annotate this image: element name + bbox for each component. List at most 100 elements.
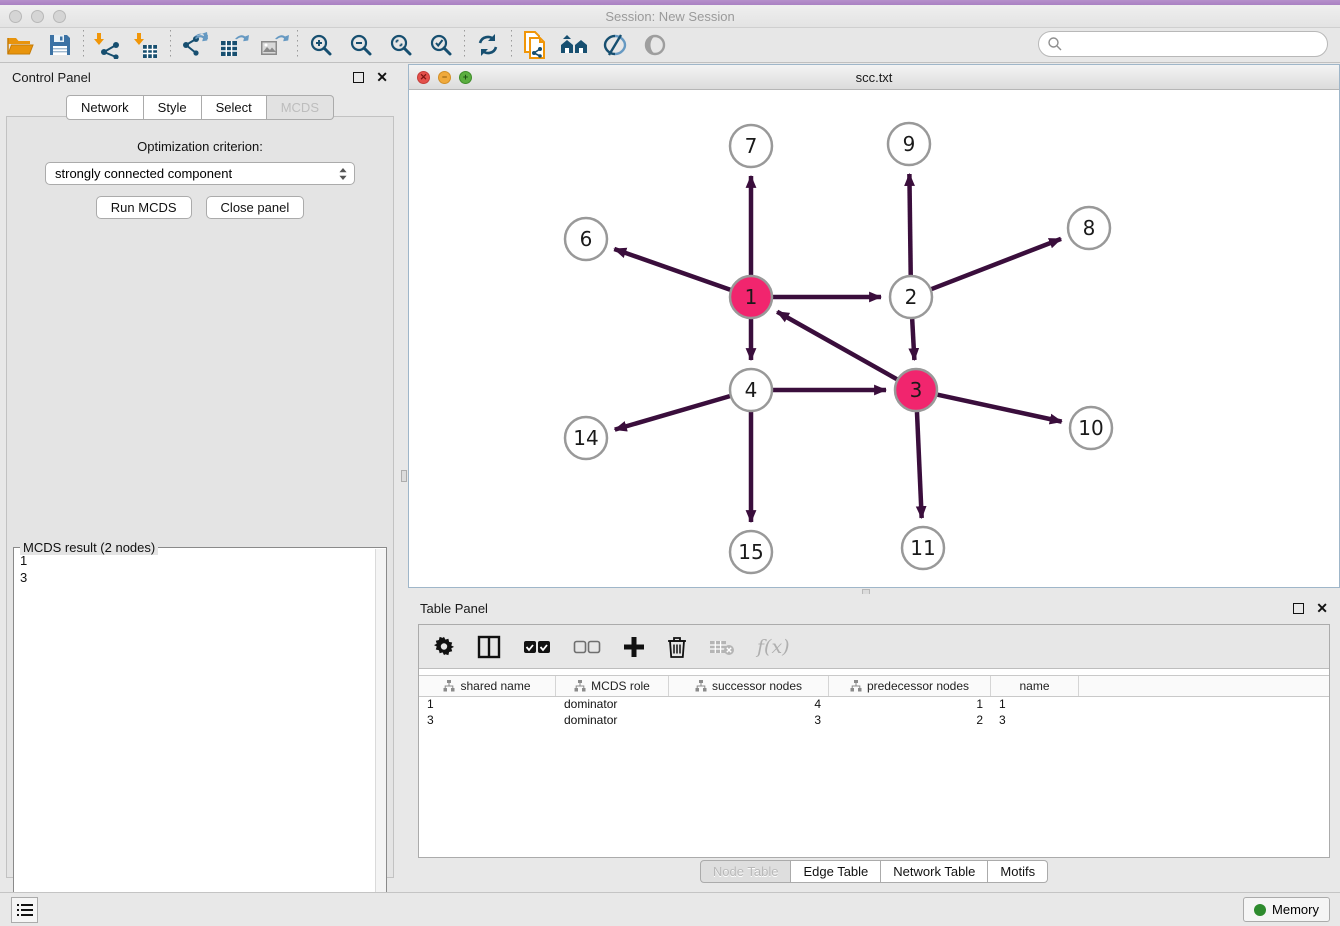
list-icon <box>17 903 33 917</box>
column-layout-icon[interactable] <box>477 635 501 659</box>
refresh-icon[interactable] <box>468 30 508 60</box>
mcds-result-box: MCDS result (2 nodes) 13 <box>13 547 387 926</box>
search-box[interactable] <box>1038 31 1328 57</box>
fit-content-icon[interactable] <box>381 30 421 60</box>
graph-edge-3-10[interactable] <box>937 395 1061 422</box>
table-cell[interactable]: dominator <box>556 713 669 729</box>
export-image-icon[interactable] <box>254 30 294 60</box>
memory-label: Memory <box>1272 902 1319 917</box>
zoom-out-icon[interactable] <box>341 30 381 60</box>
close-panel-icon[interactable]: ✕ <box>1316 600 1328 617</box>
graph-node-label: 11 <box>910 536 935 560</box>
graph-node-label: 10 <box>1078 416 1103 440</box>
show-all-icon[interactable] <box>635 30 675 60</box>
import-table-icon[interactable] <box>127 30 167 60</box>
column-header-successor-nodes[interactable]: successor nodes <box>669 676 829 696</box>
optimization-criterion-label: Optimization criterion: <box>7 139 393 154</box>
search-icon <box>1047 36 1063 52</box>
column-header-name[interactable]: name <box>991 676 1079 696</box>
delete-table-icon[interactable] <box>709 638 735 656</box>
table-cell[interactable]: dominator <box>556 697 669 713</box>
chevron-up-down-icon <box>338 167 348 181</box>
node-table-container: f(x) shared nameMCDS rolesuccessor nodes… <box>418 624 1330 858</box>
graph-node-label: 14 <box>573 426 598 450</box>
first-neighbors-icon[interactable] <box>555 30 595 60</box>
network-window: ✕ − + scc.txt 7968124314101511 <box>408 64 1340 588</box>
tab-mcds[interactable]: MCDS <box>267 95 334 120</box>
close-panel-button[interactable]: Close panel <box>206 196 305 219</box>
table-cell[interactable]: 3 <box>419 713 556 729</box>
column-header-shared-name[interactable]: shared name <box>419 676 556 696</box>
gear-icon[interactable] <box>433 636 455 658</box>
graph-node-label: 2 <box>905 285 918 309</box>
graph-edge-2-9[interactable] <box>909 174 910 275</box>
tab-network-table[interactable]: Network Table <box>881 860 988 883</box>
column-header-predecessor-nodes[interactable]: predecessor nodes <box>829 676 991 696</box>
optimization-criterion-select[interactable]: strongly connected component <box>45 162 355 185</box>
clone-network-icon[interactable] <box>515 30 555 60</box>
control-panel: Control Panel ✕ NetworkStyleSelectMCDS O… <box>0 63 400 892</box>
table-cell[interactable]: 1 <box>829 697 991 713</box>
table-row[interactable]: 1dominator411 <box>419 697 1329 713</box>
float-panel-icon[interactable] <box>1293 603 1304 614</box>
run-mcds-button[interactable]: Run MCDS <box>96 196 192 219</box>
column-header-MCDS-role[interactable]: MCDS role <box>556 676 669 696</box>
memory-button[interactable]: Memory <box>1243 897 1330 922</box>
table-cell[interactable]: 1 <box>991 697 1079 713</box>
optimization-criterion-value: strongly connected component <box>55 166 338 181</box>
import-network-icon[interactable] <box>87 30 127 60</box>
open-file-icon[interactable] <box>0 30 40 60</box>
tab-motifs[interactable]: Motifs <box>988 860 1048 883</box>
export-table-icon[interactable] <box>214 30 254 60</box>
function-builder-icon[interactable]: f(x) <box>757 636 790 658</box>
graph-edge-2-8[interactable] <box>932 239 1062 289</box>
table-cell[interactable]: 2 <box>829 713 991 729</box>
window-title: Session: New Session <box>0 9 1340 24</box>
export-network-icon[interactable] <box>174 30 214 60</box>
graph-edge-1-6[interactable] <box>614 249 730 290</box>
delete-icon[interactable] <box>667 635 687 659</box>
search-input[interactable] <box>1063 37 1327 52</box>
show-panels-button[interactable] <box>11 897 38 923</box>
table-header-row: shared nameMCDS rolesuccessor nodesprede… <box>419 675 1329 697</box>
tab-select[interactable]: Select <box>202 95 267 120</box>
hierarchy-icon <box>443 680 455 692</box>
memory-status-icon <box>1254 904 1266 916</box>
add-column-icon[interactable] <box>623 636 645 658</box>
deselect-all-icon[interactable] <box>573 640 601 654</box>
select-all-icon[interactable] <box>523 640 551 654</box>
hide-selected-icon[interactable] <box>595 30 635 60</box>
graph-edge-2-3[interactable] <box>912 319 914 360</box>
tab-edge-table[interactable]: Edge Table <box>791 860 881 883</box>
mcds-result-scrollbar[interactable] <box>375 549 386 926</box>
mcds-result-line: 3 <box>20 569 369 586</box>
network-window-titlebar[interactable]: ✕ − + scc.txt <box>409 65 1339 90</box>
table-cell[interactable]: 1 <box>419 697 556 713</box>
graph-edge-3-11[interactable] <box>917 412 922 518</box>
table-toolbar: f(x) <box>419 625 1329 669</box>
graph-edge-3-1[interactable] <box>777 312 897 379</box>
save-session-icon[interactable] <box>40 30 80 60</box>
table-row[interactable]: 3dominator323 <box>419 713 1329 729</box>
tab-node-table[interactable]: Node Table <box>700 860 792 883</box>
splitter-grip[interactable] <box>401 470 407 482</box>
tab-style[interactable]: Style <box>144 95 202 120</box>
control-panel-tabs: NetworkStyleSelectMCDS <box>0 95 400 120</box>
table-tabs: Node TableEdge TableNetwork TableMotifs <box>408 860 1340 883</box>
network-graph[interactable]: 7968124314101511 <box>409 90 1339 587</box>
table-cell[interactable]: 3 <box>991 713 1079 729</box>
mcds-result-text[interactable]: 13 <box>14 549 375 926</box>
zoom-in-icon[interactable] <box>301 30 341 60</box>
status-bar: Memory <box>0 892 1340 926</box>
tab-network[interactable]: Network <box>66 95 144 120</box>
network-canvas[interactable]: 7968124314101511 <box>409 90 1339 587</box>
table-cell[interactable]: 4 <box>669 697 829 713</box>
graph-node-label: 4 <box>745 378 758 402</box>
float-panel-icon[interactable] <box>353 72 364 83</box>
close-panel-icon[interactable]: ✕ <box>376 69 388 86</box>
main-toolbar <box>0 28 1340 63</box>
table-cell[interactable]: 3 <box>669 713 829 729</box>
zoom-selected-icon[interactable] <box>421 30 461 60</box>
graph-edge-4-14[interactable] <box>615 396 730 429</box>
vertical-splitter[interactable] <box>400 63 408 892</box>
